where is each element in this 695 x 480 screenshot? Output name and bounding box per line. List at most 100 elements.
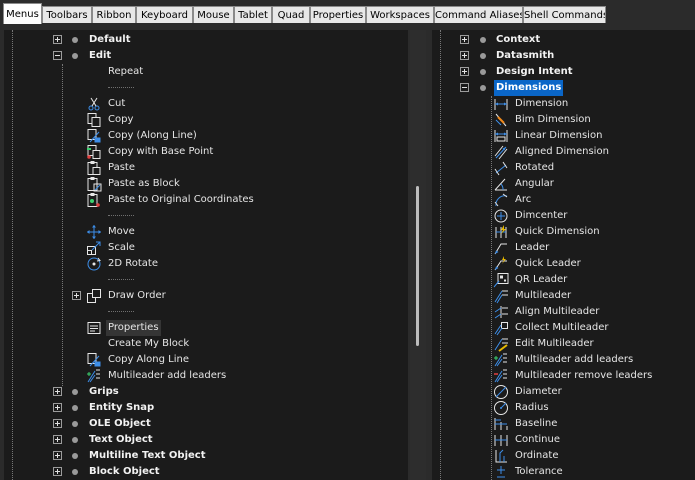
tree-node-entity-snap[interactable]: Entity Snap — [4, 400, 408, 416]
tree-node-label: Paste — [108, 162, 135, 173]
expand-icon[interactable] — [460, 67, 469, 76]
expand-icon[interactable] — [53, 419, 62, 428]
copy-icon — [86, 112, 102, 128]
tree-node-label: Angular — [515, 178, 554, 189]
tab-keyboard[interactable]: Keyboard — [136, 6, 193, 23]
tree-node-ole-object[interactable]: OLE Object — [4, 416, 408, 432]
tab-menus[interactable]: Menus — [3, 3, 42, 24]
tree-node-scale[interactable]: Scale — [4, 240, 408, 256]
tree-node-dimensions[interactable]: Dimensions — [432, 80, 695, 96]
collapse-icon[interactable] — [53, 51, 62, 60]
tree-node-default[interactable]: Default — [4, 32, 408, 48]
tree-node-label: Leader — [515, 242, 550, 253]
quick-leader-icon — [493, 256, 509, 272]
leader-icon — [493, 240, 509, 256]
tree-node-tolerance[interactable]: Tolerance — [432, 464, 695, 480]
tree-node-label: Multileader add leaders — [108, 370, 227, 381]
expand-icon[interactable] — [460, 51, 469, 60]
tree-node-cut[interactable]: Cut — [4, 96, 408, 112]
tree-node-copy[interactable]: Copy — [4, 112, 408, 128]
tree-node-paste-as-block[interactable]: Paste as Block — [4, 176, 408, 192]
tree-node-multiline-text-object[interactable]: Multiline Text Object — [4, 448, 408, 464]
expand-icon[interactable] — [72, 291, 81, 300]
tree-node-bim-dimension[interactable]: Bim Dimension — [432, 112, 695, 128]
expand-icon[interactable] — [53, 467, 62, 476]
tree-node-edit[interactable]: Edit — [4, 48, 408, 64]
tree-node-context[interactable]: Context — [432, 32, 695, 48]
tree-node-aligned-dimension[interactable]: Aligned Dimension — [432, 144, 695, 160]
tree-node-multileader[interactable]: Multileader — [432, 288, 695, 304]
tree-node-align-multileader[interactable]: Align Multileader — [432, 304, 695, 320]
tree-node-leader[interactable]: Leader — [432, 240, 695, 256]
menu-separator: -------- — [4, 80, 408, 96]
copy-base-point-icon — [86, 144, 102, 160]
tree-node-edit-multileader[interactable]: Edit Multileader — [432, 336, 695, 352]
menu-bullet-icon — [480, 85, 486, 91]
tree-node-copy-with-base-point[interactable]: Copy with Base Point — [4, 144, 408, 160]
menu-tree-right[interactable]: Context Datasmith Design Intent Dimensions D… — [432, 30, 695, 480]
tree-node-design-intent[interactable]: Design Intent — [432, 64, 695, 80]
expand-icon[interactable] — [53, 435, 62, 444]
tree-node-dimension[interactable]: Dimension — [432, 96, 695, 112]
tree-node-draw-order[interactable]: Draw Order — [4, 288, 408, 304]
tree-node-label: Create My Block — [108, 338, 190, 349]
tree-node-paste-to-original-coordinates[interactable]: Paste to Original Coordinates — [4, 192, 408, 208]
tab-command-aliases[interactable]: Command Aliases — [434, 6, 523, 23]
expand-icon[interactable] — [53, 35, 62, 44]
left-pane-scrollbar[interactable] — [410, 30, 426, 480]
tree-node-label: Bim Dimension — [515, 114, 591, 125]
tree-node-label: Edit Multileader — [515, 338, 594, 349]
expand-icon[interactable] — [53, 403, 62, 412]
expand-icon[interactable] — [53, 387, 62, 396]
tree-node-rotated[interactable]: Rotated — [432, 160, 695, 176]
tree-node-continue[interactable]: Continue — [432, 432, 695, 448]
draw-order-icon — [86, 288, 102, 304]
tree-node-multileader-add-leaders[interactable]: Multileader add leaders — [432, 352, 695, 368]
tree-node-collect-multileader[interactable]: Collect Multileader — [432, 320, 695, 336]
tab-ribbon[interactable]: Ribbon — [92, 6, 136, 23]
tree-node-copy-along-line[interactable]: Copy Along Line — [4, 352, 408, 368]
tree-node-create-my-block[interactable]: Create My Block — [4, 336, 408, 352]
tab-workspaces[interactable]: Workspaces — [366, 6, 434, 23]
tree-node-datasmith[interactable]: Datasmith — [432, 48, 695, 64]
tree-node-linear-dimension[interactable]: Linear Dimension — [432, 128, 695, 144]
tab-tablet[interactable]: Tablet — [234, 6, 272, 23]
collapse-icon[interactable] — [460, 83, 469, 92]
tree-node-label: Aligned Dimension — [515, 146, 609, 157]
scrollbar-thumb[interactable] — [416, 186, 419, 346]
expand-icon[interactable] — [460, 35, 469, 44]
tree-node-label: Ordinate — [515, 450, 559, 461]
tree-node-text-object[interactable]: Text Object — [4, 432, 408, 448]
menu-tree-left[interactable]: Default Edit Repeat -------- Cut Copy Copy (Al… — [4, 30, 408, 480]
tree-node-properties[interactable]: Properties — [4, 320, 408, 336]
tree-node-ordinate[interactable]: Ordinate — [432, 448, 695, 464]
tree-node-diameter[interactable]: Diameter — [432, 384, 695, 400]
tree-node-multileader-remove-leaders[interactable]: Multileader remove leaders — [432, 368, 695, 384]
tree-node-qr-leader[interactable]: QR Leader — [432, 272, 695, 288]
tree-node-2d-rotate[interactable]: 2D Rotate — [4, 256, 408, 272]
tab-quad[interactable]: Quad — [272, 6, 310, 23]
tab-properties[interactable]: Properties — [310, 6, 366, 23]
tree-node-paste[interactable]: Paste — [4, 160, 408, 176]
tree-node-baseline[interactable]: Baseline — [432, 416, 695, 432]
tree-node-copy-along-line[interactable]: Copy (Along Line) — [4, 128, 408, 144]
tree-node-label: Entity Snap — [89, 402, 155, 413]
tree-node-radius[interactable]: Radius — [432, 400, 695, 416]
tree-node-quick-dimension[interactable]: Quick Dimension — [432, 224, 695, 240]
tree-node-quick-leader[interactable]: Quick Leader — [432, 256, 695, 272]
menu-bullet-icon — [72, 437, 78, 443]
tree-node-repeat[interactable]: Repeat — [4, 64, 408, 80]
tree-node-label: Quick Dimension — [515, 226, 600, 237]
tree-node-multileader-add-leaders[interactable]: Multileader add leaders — [4, 368, 408, 384]
tree-node-grips[interactable]: Grips — [4, 384, 408, 400]
tree-node-block-object[interactable]: Block Object — [4, 464, 408, 480]
tree-node-arc[interactable]: Arc — [432, 192, 695, 208]
tab-mouse[interactable]: Mouse — [193, 6, 234, 23]
tab-toolbars[interactable]: Toolbars — [42, 6, 92, 23]
tree-node-move[interactable]: Move — [4, 224, 408, 240]
expand-icon[interactable] — [53, 451, 62, 460]
tree-node-angular[interactable]: Angular — [432, 176, 695, 192]
tree-node-dimcenter[interactable]: Dimcenter — [432, 208, 695, 224]
tab-shell-commands[interactable]: Shell Commands — [523, 6, 606, 23]
tree-node-label: Design Intent — [496, 66, 573, 77]
